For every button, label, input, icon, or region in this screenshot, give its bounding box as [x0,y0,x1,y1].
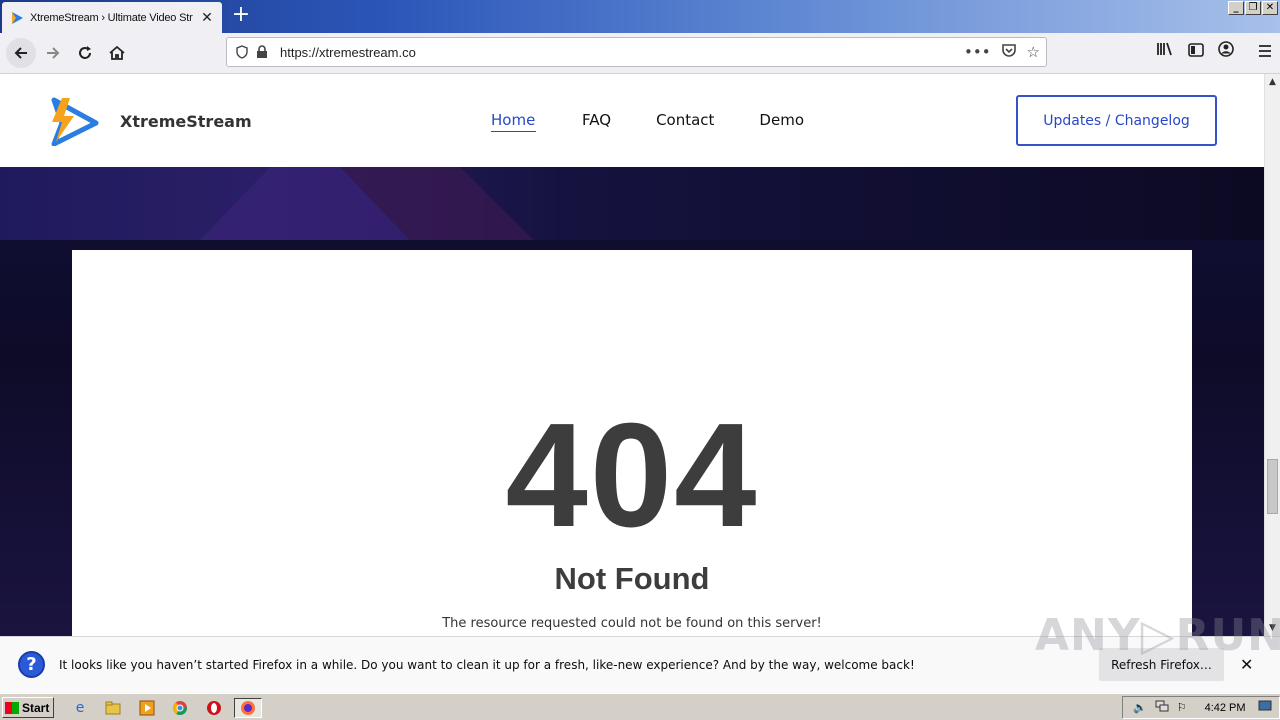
minimize-button[interactable]: _ [1228,1,1244,15]
explorer-folder-icon[interactable] [103,698,123,718]
notification-text: It looks like you haven’t started Firefo… [59,658,915,672]
address-bar[interactable]: https://xtremestream.co ••• ☆ [226,37,1047,67]
navigation-toolbar: https://xtremestream.co ••• ☆ [0,33,1280,74]
start-label: Start [22,700,50,715]
hero-decoration [200,167,533,240]
reload-icon [79,46,91,59]
error-message: The resource requested could not be foun… [442,616,822,631]
scroll-thumb[interactable] [1267,459,1278,514]
window-controls: _ ❐ ✕ [1228,1,1278,15]
nav-contact-link[interactable]: Contact [656,111,714,132]
start-button[interactable]: Start [2,697,54,718]
forward-arrow-icon [47,47,60,59]
show-desktop-icon[interactable] [1258,700,1272,715]
home-button[interactable] [104,40,130,66]
site-logo[interactable]: XtremeStream [48,96,252,146]
tracking-shield-icon[interactable] [232,42,252,62]
vertical-scrollbar[interactable]: ▲ ▼ [1264,74,1280,636]
firefox-taskbar-button[interactable] [234,698,262,718]
error-card: 404 Not Found The resource requested cou… [72,250,1192,636]
pocket-icon[interactable] [1001,42,1017,62]
opera-icon[interactable] [204,698,224,718]
back-button[interactable] [6,38,36,68]
main-menu: Home FAQ Contact Demo [491,111,804,132]
account-icon[interactable] [1218,41,1234,61]
chrome-icon[interactable] [170,698,190,718]
nav-home-link[interactable]: Home [491,111,536,132]
taskbar: Start e 🔈 ⚐ 4:42 PM [0,693,1280,720]
error-code: 404 [505,393,759,558]
bookmark-star-icon[interactable]: ☆ [1027,43,1040,61]
nav-demo-link[interactable]: Demo [759,111,804,132]
ie-icon[interactable]: e [70,698,90,718]
error-title: Not Found [554,561,710,596]
volume-icon[interactable]: 🔈 [1133,701,1147,714]
question-icon: ? [18,651,45,678]
watermark-text: ANY▷RUN [1035,610,1280,661]
new-tab-button[interactable]: + [229,4,253,28]
title-bar: XtremeStream › Ultimate Video Str ✕ + _ … [0,0,1280,33]
browser-tab[interactable]: XtremeStream › Ultimate Video Str ✕ [2,2,222,33]
site-header: XtremeStream Home FAQ Contact Demo Updat… [0,74,1264,167]
library-icon[interactable] [1156,41,1174,61]
page-actions-icon[interactable]: ••• [964,43,991,61]
forward-button[interactable] [40,40,66,66]
restore-button[interactable]: ❐ [1245,1,1261,15]
menu-hamburger-icon[interactable] [1258,42,1272,61]
action-center-flag-icon[interactable]: ⚐ [1177,701,1187,714]
url-text[interactable]: https://xtremestream.co [280,45,964,60]
nav-faq-link[interactable]: FAQ [582,111,611,132]
media-player-icon[interactable] [137,698,157,718]
clock[interactable]: 4:42 PM [1205,702,1246,714]
site-favicon-icon [12,11,23,24]
scroll-up-icon[interactable]: ▲ [1265,74,1280,90]
network-icon[interactable] [1155,700,1169,715]
lock-icon[interactable] [252,42,272,62]
tab-title: XtremeStream › Ultimate Video Str [30,11,193,24]
close-window-button[interactable]: ✕ [1262,1,1278,15]
windows-flag-icon [5,701,19,714]
page-viewport: XtremeStream Home FAQ Contact Demo Updat… [0,74,1264,636]
logo-icon [51,97,99,146]
system-tray: 🔈 ⚐ 4:42 PM [1122,696,1280,719]
toolbar-right [1156,41,1272,61]
reload-button[interactable] [72,40,98,66]
updates-changelog-button[interactable]: Updates / Changelog [1016,95,1217,146]
back-arrow-icon [14,47,27,59]
logo-text: XtremeStream [120,111,252,131]
firefox-icon [241,701,255,715]
sidebar-icon[interactable] [1188,42,1204,61]
home-icon [109,45,125,60]
tab-close-icon[interactable]: ✕ [200,10,214,26]
